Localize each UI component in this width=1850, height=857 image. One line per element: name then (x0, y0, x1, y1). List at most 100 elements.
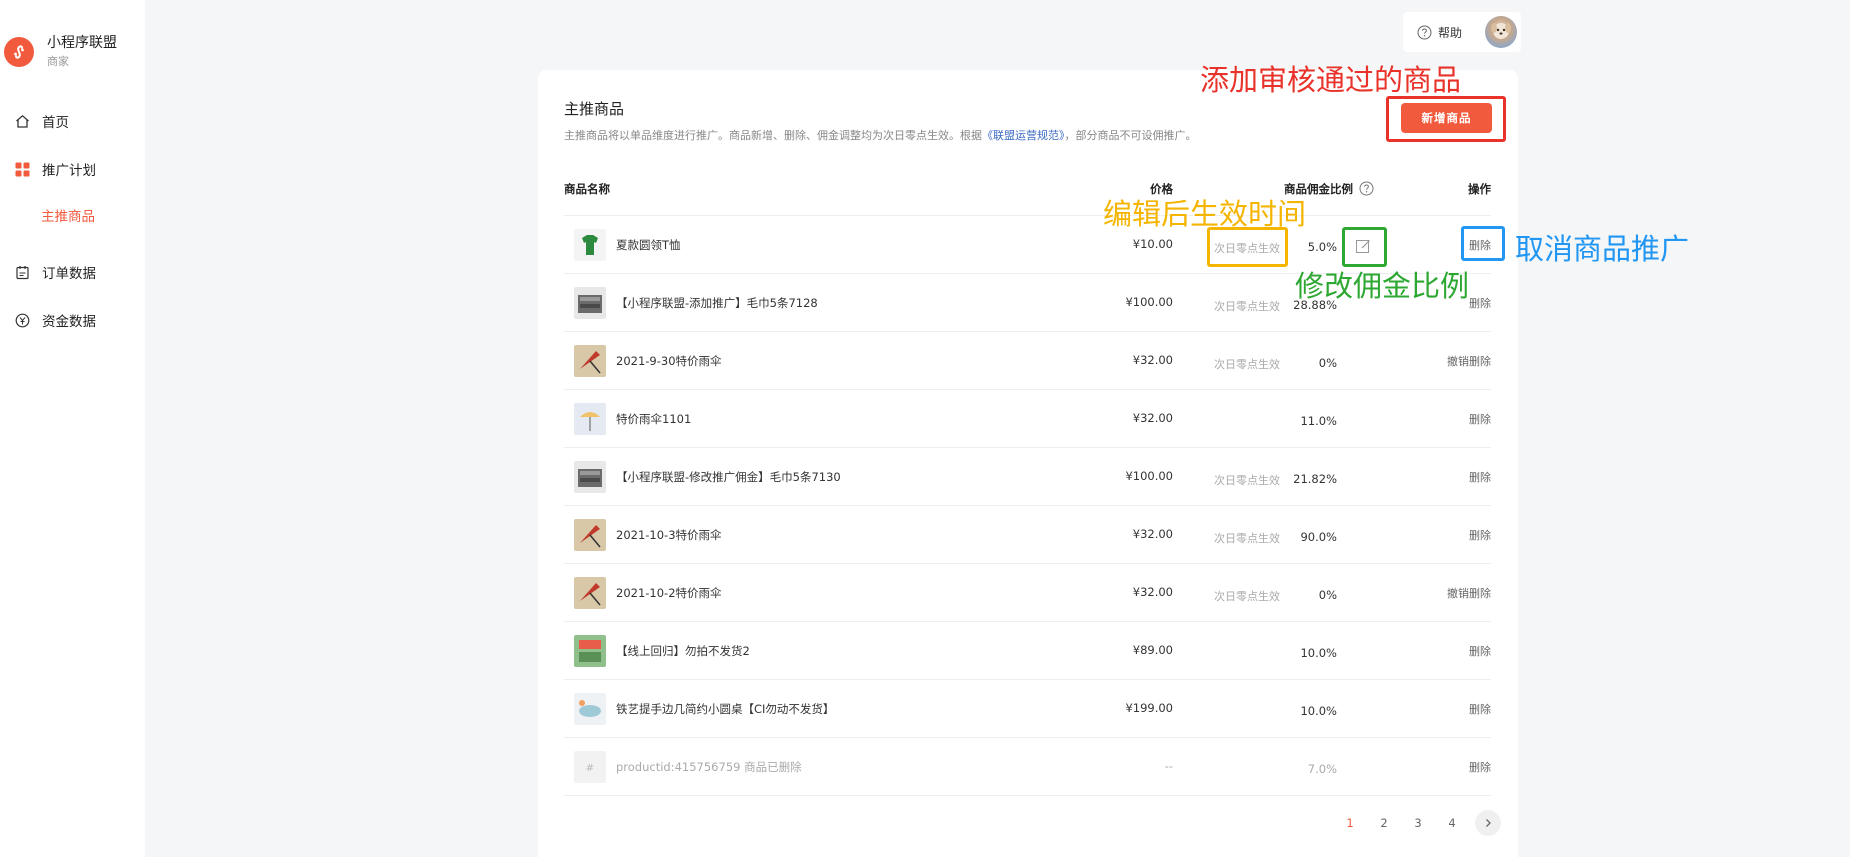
product-price: -- (1164, 759, 1173, 773)
commission-ratio: 0% (1318, 588, 1337, 602)
page-1[interactable]: 1 (1333, 816, 1367, 830)
avatar[interactable] (1485, 16, 1517, 48)
product-thumbnail (574, 461, 606, 493)
product-name: 【小程序联盟-修改推广佣金】毛巾5条7130 (616, 470, 841, 484)
product-price: ¥100.00 (1125, 469, 1173, 483)
table-row: 2021-10-2特价雨伞 ¥32.00 次日零点生效 0% 撤销删除 (564, 564, 1491, 622)
row-action-link[interactable]: 删除 (1469, 411, 1491, 427)
commission-ratio: 7.0% (1307, 762, 1337, 776)
product-price: ¥32.00 (1132, 527, 1173, 541)
product-thumbnail (574, 287, 606, 319)
effective-status: 次日零点生效 (1214, 358, 1280, 371)
table-row: 2021-10-3特价雨伞 ¥32.00 次日零点生效 90.0% 删除 (564, 506, 1491, 564)
sidebar: 小程序联盟 商家 首页 推广计划 主推商品 订单数据 资金数据 (0, 0, 145, 857)
page-3[interactable]: 3 (1401, 816, 1435, 830)
header-op: 操作 (1468, 182, 1491, 196)
commission-ratio: 5.0% (1307, 240, 1337, 254)
effective-status: 次日零点生效 (1214, 300, 1280, 313)
help-icon[interactable] (1417, 25, 1432, 40)
sidebar-item-promotion[interactable]: 推广计划 (14, 158, 96, 180)
row-action-link[interactable]: 删除 (1469, 701, 1491, 717)
row-action-link[interactable]: 撤销删除 (1447, 353, 1491, 369)
page-4[interactable]: 4 (1435, 816, 1469, 830)
annotation-add: 添加审核通过的商品 (1200, 63, 1462, 97)
product-name: 特价雨伞1101 (616, 412, 692, 426)
annotation-box-add (1386, 96, 1506, 142)
product-name: 2021-10-3特价雨伞 (616, 528, 722, 542)
product-price: ¥32.00 (1132, 585, 1173, 599)
page-description: 主推商品将以单品维度进行推广。商品新增、删除、佣金调整均为次日零点生效。根据《联… (564, 129, 1197, 142)
brand: 小程序联盟 商家 (4, 34, 117, 70)
sidebar-item-orders[interactable]: 订单数据 (14, 261, 96, 283)
row-action-link[interactable]: 撤销删除 (1447, 585, 1491, 601)
product-price: ¥89.00 (1132, 643, 1173, 657)
row-action-link[interactable]: 删除 (1469, 643, 1491, 659)
product-price: ¥10.00 (1132, 237, 1173, 251)
row-action-link[interactable]: 删除 (1469, 527, 1491, 543)
table-row: 【线上回归】勿拍不发货2 ¥89.00 10.0% 删除 (564, 622, 1491, 680)
product-thumbnail (574, 403, 606, 435)
product-name: 【小程序联盟-添加推广】毛巾5条7128 (616, 296, 818, 310)
row-action-link[interactable]: 删除 (1469, 759, 1491, 775)
table-header: 商品名称 价格 商品佣金比例 操作 (564, 170, 1491, 216)
sidebar-item-label: 首页 (42, 115, 69, 131)
commission-ratio: 10.0% (1300, 646, 1337, 660)
brand-logo-icon (4, 37, 34, 67)
row-action-link[interactable]: 删除 (1469, 295, 1491, 311)
row-action-link[interactable]: 删除 (1469, 469, 1491, 485)
pagination: 1 2 3 4 (1333, 810, 1501, 836)
sidebar-item-label: 订单数据 (42, 266, 96, 282)
svg-text:#: # (586, 763, 594, 774)
sidebar-subitem-featured[interactable]: 主推商品 (41, 205, 95, 225)
rules-link[interactable]: 《联盟运营规范》 (982, 129, 1065, 142)
annotation-edit: 修改佣金比例 (1295, 269, 1470, 303)
product-thumbnail: # (574, 751, 606, 783)
table-row: 铁艺提手边几简约小圆桌【CI勿动不发货】 ¥199.00 10.0% 删除 (564, 680, 1491, 738)
sidebar-item-funds[interactable]: 资金数据 (14, 309, 96, 331)
product-thumbnail (574, 635, 606, 667)
page-2[interactable]: 2 (1367, 816, 1401, 830)
effective-status: 次日零点生效 (1214, 474, 1280, 487)
product-thumbnail (574, 229, 606, 261)
top-bar: 帮助 (1403, 12, 1521, 52)
next-page-icon[interactable] (1475, 810, 1501, 836)
product-price: ¥100.00 (1125, 295, 1173, 309)
table-row: # productid:415756759 商品已删除 -- 7.0% 删除 (564, 738, 1491, 796)
product-name: 夏款圆领T恤 (616, 238, 681, 252)
product-name: 2021-10-2特价雨伞 (616, 586, 722, 600)
brand-name: 小程序联盟 (47, 35, 117, 51)
calendar-icon (14, 264, 30, 280)
product-price: ¥199.00 (1125, 701, 1173, 715)
product-name: productid:415756759 商品已删除 (616, 760, 802, 774)
product-name: 【线上回归】勿拍不发货2 (616, 644, 750, 658)
annotation-box-edit (1342, 227, 1387, 267)
product-price: ¥32.00 (1132, 353, 1173, 367)
sidebar-item-home[interactable]: 首页 (14, 110, 69, 132)
featured-products-card: 主推商品 主推商品将以单品维度进行推广。商品新增、删除、佣金调整均为次日零点生效… (538, 70, 1518, 857)
commission-ratio: 11.0% (1300, 414, 1337, 428)
page-title: 主推商品 (564, 100, 625, 118)
yuan-icon (14, 312, 30, 328)
commission-ratio: 90.0% (1300, 530, 1337, 544)
header-name: 商品名称 (564, 182, 610, 196)
product-name: 2021-9-30特价雨伞 (616, 354, 722, 368)
product-thumbnail (574, 519, 606, 551)
brand-sub: 商家 (47, 55, 69, 68)
effective-status: 次日零点生效 (1214, 590, 1280, 603)
product-thumbnail (574, 577, 606, 609)
table-row: 特价雨伞1101 ¥32.00 11.0% 删除 (564, 390, 1491, 448)
commission-ratio: 10.0% (1300, 704, 1337, 718)
product-price: ¥32.00 (1132, 411, 1173, 425)
ratio-help-icon[interactable] (1359, 181, 1374, 196)
commission-ratio: 0% (1318, 356, 1337, 370)
annotation-box-effective (1207, 227, 1288, 267)
home-icon (14, 113, 30, 129)
product-thumbnail (574, 693, 606, 725)
help-link[interactable]: 帮助 (1438, 24, 1462, 41)
grid-icon (14, 161, 30, 177)
annotation-cancel: 取消商品推广 (1515, 232, 1690, 266)
commission-ratio: 21.82% (1293, 472, 1337, 486)
sidebar-item-label: 推广计划 (42, 163, 96, 179)
product-name: 铁艺提手边几简约小圆桌【CI勿动不发货】 (616, 702, 835, 716)
table-row: 2021-9-30特价雨伞 ¥32.00 次日零点生效 0% 撤销删除 (564, 332, 1491, 390)
